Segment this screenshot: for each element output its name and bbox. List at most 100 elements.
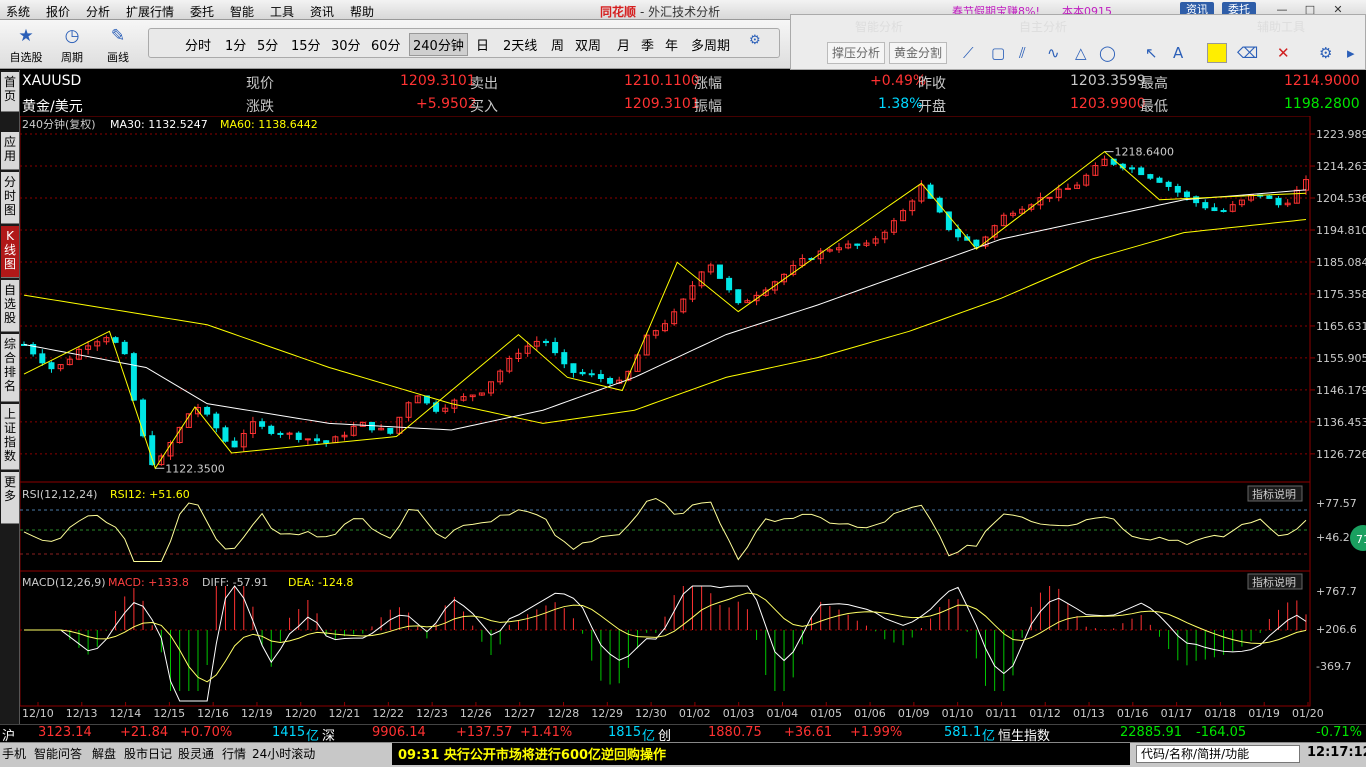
- menu-quote[interactable]: 报价: [46, 3, 70, 20]
- eraser-icon[interactable]: ⌫: [1237, 44, 1258, 62]
- kline-chart[interactable]: 240分钟(复权) MA30: 1132.5247 MA60: 1138.644…: [20, 116, 1366, 726]
- sidebar-tab-ranking[interactable]: 综合排名: [1, 334, 19, 402]
- menu-help[interactable]: 帮助: [350, 3, 374, 20]
- period-label: 周期: [61, 51, 83, 64]
- candle-down: [973, 239, 980, 247]
- gear-icon[interactable]: ⚙: [749, 33, 761, 48]
- hs-index[interactable]: 22885.91: [1120, 725, 1182, 740]
- period-15m[interactable]: 15分: [291, 35, 321, 54]
- buy-label: 买入: [470, 99, 498, 115]
- period-year[interactable]: 年: [665, 35, 678, 54]
- price-tick-label: 1223.9894: [1316, 128, 1366, 141]
- candle-down: [323, 440, 330, 444]
- candle-down: [130, 353, 137, 401]
- text-tool-icon[interactable]: A: [1173, 44, 1183, 62]
- ellipse-tool-icon[interactable]: ◯: [1099, 44, 1116, 62]
- period-month[interactable]: 月: [617, 35, 630, 54]
- channel-tool-icon[interactable]: ⫽: [1019, 44, 1026, 62]
- sz-pct: +1.41%: [520, 725, 573, 740]
- search-input[interactable]: 代码/名称/简拼/功能: [1136, 745, 1300, 763]
- bottom-comment[interactable]: 解盘: [92, 745, 116, 762]
- bottom-market[interactable]: 行情: [222, 745, 246, 762]
- period-selector: 分时 1分 5分 15分 30分 60分 240分钟 日 2天线 周 双周 月 …: [148, 28, 780, 58]
- date-tick-label: 12/10: [22, 707, 54, 720]
- period-biweek[interactable]: 双周: [575, 35, 601, 54]
- period-60m[interactable]: 60分: [371, 35, 401, 54]
- bottom-qa[interactable]: 智能问答: [34, 745, 82, 762]
- menu-tools[interactable]: 工具: [270, 3, 294, 20]
- sidebar-tab-timeshare[interactable]: 分时图: [1, 172, 19, 224]
- menu-smart[interactable]: 智能: [230, 3, 254, 20]
- bottom-24h[interactable]: 24小时滚动: [252, 745, 315, 762]
- sidebar-tab-sse[interactable]: 上证指数: [1, 404, 19, 470]
- period-timeshare[interactable]: 分时: [185, 35, 211, 54]
- ma30-legend: MA30: 1132.5247: [110, 118, 208, 131]
- delete-icon[interactable]: ✕: [1277, 44, 1290, 62]
- candle-down: [1156, 177, 1163, 183]
- period-quarter[interactable]: 季: [641, 35, 654, 54]
- date-tick-label: 12/19: [241, 707, 273, 720]
- line-tool-icon[interactable]: ⟋: [963, 44, 974, 62]
- rsi-explain-label: 指标说明: [1252, 487, 1296, 501]
- period-2day[interactable]: 2天线: [503, 35, 537, 54]
- period-button[interactable]: ◷ 周期: [52, 25, 92, 65]
- sh-change: +21.84: [120, 725, 169, 740]
- sh-pct: +0.70%: [180, 725, 233, 740]
- cy-index[interactable]: 1880.75: [708, 725, 762, 740]
- period-240m[interactable]: 240分钟: [409, 33, 468, 56]
- menu-news[interactable]: 资讯: [310, 3, 334, 20]
- candle-down: [1165, 181, 1172, 187]
- bottom-mobile[interactable]: 手机: [2, 745, 26, 762]
- period-multi[interactable]: 多周期: [691, 35, 730, 54]
- draw-label: 画线: [107, 51, 129, 64]
- triangle-tool-icon[interactable]: △: [1075, 44, 1087, 62]
- draw-button[interactable]: ✎ 画线: [98, 25, 138, 65]
- clock: 12:17:12: [1307, 745, 1366, 760]
- bottom-gulingtong[interactable]: 股灵通: [178, 745, 214, 762]
- candle-down: [1138, 167, 1145, 176]
- settings-icon[interactable]: ⚙: [1319, 44, 1332, 62]
- color-picker[interactable]: [1207, 43, 1227, 63]
- sidebar-tab-apps[interactable]: 应用: [1, 132, 19, 170]
- candle-down: [1174, 185, 1181, 193]
- quote-info-bar: XAUUSD 黄金/美元 现价 1209.3101 卖出 1210.1100 涨…: [20, 70, 1366, 116]
- date-tick-label: 01/03: [723, 707, 755, 720]
- price-tick-label: 1175.3582: [1316, 288, 1366, 301]
- cursor-icon[interactable]: ↖: [1145, 44, 1158, 62]
- menu-system[interactable]: 系统: [6, 3, 30, 20]
- self-analysis-title: 自主分析: [1019, 20, 1068, 34]
- sidebar-tab-more[interactable]: 更多: [1, 472, 19, 524]
- menu-extended[interactable]: 扩展行情: [126, 3, 174, 20]
- sh-index[interactable]: 3123.14: [38, 725, 92, 740]
- chart-header: 240分钟(复权): [22, 117, 96, 131]
- sidebar-tab-kline[interactable]: K线图: [1, 226, 19, 278]
- wave-tool-icon[interactable]: ∿: [1047, 44, 1060, 62]
- date-tick-label: 01/04: [766, 707, 798, 720]
- date-tick-label: 12/21: [329, 707, 361, 720]
- sell-price: 1210.1100: [624, 73, 700, 89]
- news-ticker[interactable]: 09:31 央行公开市场将进行600亿逆回购操作: [398, 744, 666, 763]
- sz-index[interactable]: 9906.14: [372, 725, 426, 740]
- more-icon[interactable]: ▸: [1347, 44, 1355, 62]
- candle-down: [552, 341, 559, 354]
- menu-analysis[interactable]: 分析: [86, 3, 110, 20]
- date-tick-label: 12/23: [416, 707, 448, 720]
- golden-section-button[interactable]: 黄金分割: [889, 42, 948, 64]
- bottom-diary[interactable]: 股市日记: [124, 745, 172, 762]
- period-30m[interactable]: 30分: [331, 35, 361, 54]
- aux-tools-title: 辅助工具: [1257, 20, 1306, 34]
- menu-trade[interactable]: 委托: [190, 3, 214, 20]
- sidebar-tab-home[interactable]: 首页: [1, 72, 19, 112]
- period-day[interactable]: 日: [476, 35, 489, 54]
- candle-down: [1211, 207, 1218, 212]
- date-tick-label: 01/20: [1292, 707, 1324, 720]
- sidebar-tab-watchlist[interactable]: 自选股: [1, 280, 19, 332]
- pressure-analysis-button[interactable]: 撑压分析: [827, 42, 886, 64]
- watchlist-button[interactable]: ★ 自选股: [6, 25, 46, 65]
- rect-tool-icon[interactable]: ▢: [991, 44, 1005, 62]
- period-week[interactable]: 周: [551, 35, 564, 54]
- period-5m[interactable]: 5分: [257, 35, 278, 54]
- current-price-label: 现价: [246, 76, 274, 92]
- period-1m[interactable]: 1分: [225, 35, 246, 54]
- price-tick-label: 1214.2632: [1316, 160, 1366, 173]
